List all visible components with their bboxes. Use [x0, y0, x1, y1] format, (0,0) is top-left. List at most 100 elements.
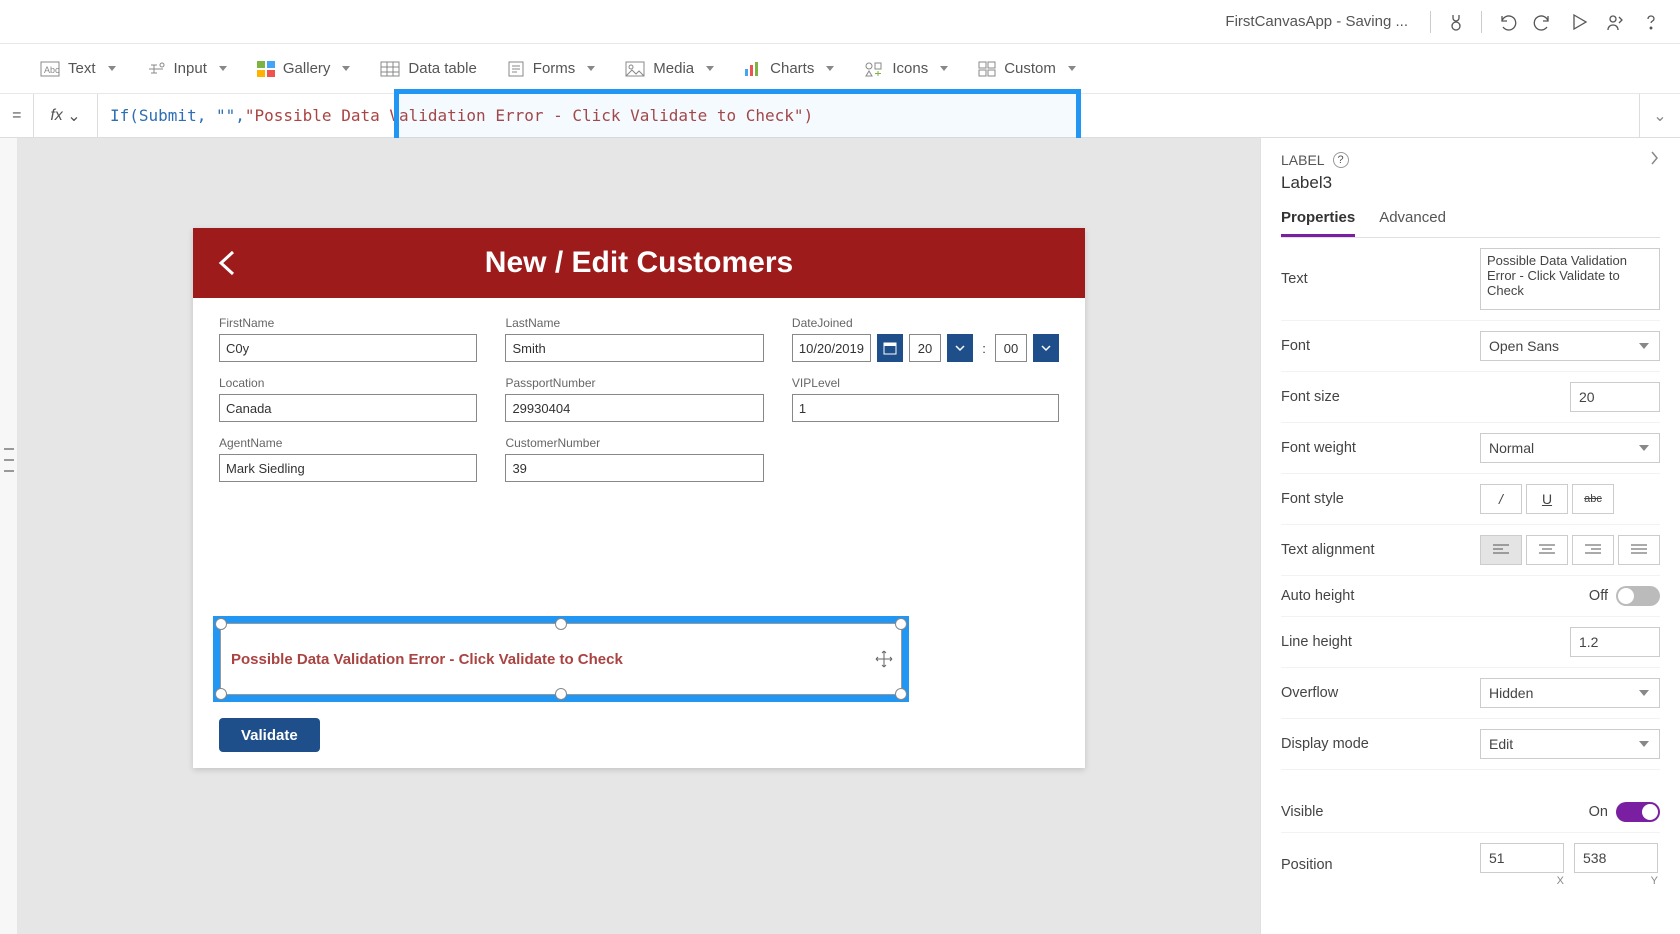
property-selector[interactable]: = — [0, 94, 34, 137]
control-name: Label3 — [1281, 173, 1660, 193]
displaymode-select[interactable]: Edit — [1480, 729, 1660, 759]
prop-displaymode: Display mode Edit — [1281, 719, 1660, 770]
prop-lineheight: Line height 1.2 — [1281, 617, 1660, 668]
move-icon[interactable] — [875, 650, 893, 668]
field-location: Location Canada — [219, 376, 477, 422]
prop-text: Text Possible Data Validation Error - Cl… — [1281, 238, 1660, 321]
divider — [1430, 11, 1431, 33]
undo-icon[interactable] — [1496, 11, 1518, 33]
formula-input[interactable]: If(Submit, "", "Possible Data Validation… — [98, 94, 1640, 137]
minute-select[interactable]: 00 — [995, 334, 1027, 362]
field-lastname: LastName Smith — [505, 316, 763, 362]
resize-handle[interactable] — [895, 688, 907, 700]
prop-align: Text alignment — [1281, 525, 1660, 576]
input-menu[interactable]: Input — [146, 60, 227, 77]
resize-handle[interactable] — [895, 618, 907, 630]
align-justify-button[interactable] — [1618, 535, 1660, 565]
validate-button[interactable]: Validate — [219, 718, 320, 752]
prop-autoheight: Auto height Off — [1281, 576, 1660, 617]
custom-menu[interactable]: Custom — [978, 60, 1076, 77]
control-type-label: LABEL — [1281, 152, 1325, 168]
prop-fontweight: Font weight Normal — [1281, 423, 1660, 474]
lineheight-input[interactable]: 1.2 — [1570, 627, 1660, 657]
field-passport: PassportNumber 29930404 — [505, 376, 763, 422]
prop-overflow: Overflow Hidden — [1281, 668, 1660, 719]
properties-panel: LABEL ? Label3 Properties Advanced Text … — [1260, 138, 1680, 934]
align-right-button[interactable] — [1572, 535, 1614, 565]
fx-button[interactable]: fx ⌄ — [34, 94, 98, 137]
position-x-input[interactable]: 51 — [1480, 843, 1564, 873]
help-icon[interactable]: ? — [1333, 152, 1349, 168]
field-firstname: FirstName C0y — [219, 316, 477, 362]
resize-handle[interactable] — [215, 688, 227, 700]
hour-dropdown-icon[interactable] — [947, 334, 973, 362]
media-menu[interactable]: Media — [625, 60, 714, 77]
position-y-input[interactable]: 538 — [1574, 843, 1658, 873]
lastname-input[interactable]: Smith — [505, 334, 763, 362]
validation-label[interactable]: Possible Data Validation Error - Click V… — [231, 651, 623, 668]
font-select[interactable]: Open Sans — [1480, 331, 1660, 361]
formula-expand[interactable]: ⌄ — [1640, 94, 1680, 137]
date-input[interactable]: 10/20/2019 — [792, 334, 871, 362]
prop-fontstyle: Font style / U abc — [1281, 474, 1660, 525]
expand-icon[interactable] — [1648, 150, 1660, 169]
gallery-menu[interactable]: Gallery — [257, 60, 351, 77]
hour-select[interactable]: 20 — [909, 334, 941, 362]
autoheight-toggle[interactable] — [1616, 586, 1660, 606]
firstname-input[interactable]: C0y — [219, 334, 477, 362]
fontweight-select[interactable]: Normal — [1480, 433, 1660, 463]
field-datejoined: DateJoined 10/20/2019 20 : 00 — [792, 316, 1059, 362]
prop-font: Font Open Sans — [1281, 321, 1660, 372]
field-agent: AgentName Mark Siedling — [219, 436, 477, 482]
align-left-button[interactable] — [1480, 535, 1522, 565]
time-separator: : — [979, 334, 989, 362]
svg-text:Abc: Abc — [44, 65, 60, 75]
forms-menu[interactable]: Forms — [507, 60, 596, 78]
play-icon[interactable] — [1568, 11, 1590, 33]
tab-advanced[interactable]: Advanced — [1379, 209, 1446, 237]
custnum-input[interactable]: 39 — [505, 454, 763, 482]
overflow-select[interactable]: Hidden — [1480, 678, 1660, 708]
underline-button[interactable]: U — [1526, 484, 1568, 514]
formula-bar: = fx ⌄ If(Submit, "", "Possible Data Val… — [0, 94, 1680, 138]
vip-input[interactable]: 1 — [792, 394, 1059, 422]
location-input[interactable]: Canada — [219, 394, 477, 422]
left-pane-collapsed[interactable] — [0, 138, 18, 934]
strike-button[interactable]: abc — [1572, 484, 1614, 514]
prop-visible: Visible On — [1281, 792, 1660, 833]
app-canvas[interactable]: New / Edit Customers FirstName C0y LastN… — [193, 228, 1085, 768]
pane-handle-icon — [4, 448, 14, 472]
resize-handle[interactable] — [215, 618, 227, 630]
divider — [1481, 11, 1482, 33]
text-input[interactable]: Possible Data Validation Error - Click V… — [1480, 248, 1660, 310]
redo-icon[interactable] — [1532, 11, 1554, 33]
resize-handle[interactable] — [555, 688, 567, 700]
fontsize-input[interactable]: 20 — [1570, 382, 1660, 412]
visible-toggle[interactable] — [1616, 802, 1660, 822]
help-icon[interactable] — [1640, 11, 1662, 33]
calendar-icon[interactable] — [877, 334, 903, 362]
share-icon[interactable] — [1604, 11, 1626, 33]
selected-label-outline[interactable]: Possible Data Validation Error - Click V… — [213, 616, 909, 702]
text-menu[interactable]: AbcText — [40, 60, 116, 77]
charts-menu[interactable]: Charts — [744, 60, 834, 77]
minute-dropdown-icon[interactable] — [1033, 334, 1059, 362]
italic-button[interactable]: / — [1480, 484, 1522, 514]
screen-header: New / Edit Customers — [193, 228, 1085, 298]
app-checker-icon[interactable] — [1445, 11, 1467, 33]
datatable-menu[interactable]: Data table — [380, 60, 476, 77]
align-center-button[interactable] — [1526, 535, 1568, 565]
canvas-area[interactable]: New / Edit Customers FirstName C0y LastN… — [18, 138, 1260, 934]
agent-input[interactable]: Mark Siedling — [219, 454, 477, 482]
main-area: New / Edit Customers FirstName C0y LastN… — [0, 138, 1680, 934]
icons-menu[interactable]: Icons — [864, 60, 948, 77]
insert-ribbon: AbcText Input Gallery Data table Forms M… — [0, 44, 1680, 94]
passport-input[interactable]: 29930404 — [505, 394, 763, 422]
screen-title: New / Edit Customers — [213, 246, 1065, 280]
title-bar: FirstCanvasApp - Saving ... — [0, 0, 1680, 44]
field-vip: VIPLevel 1 — [792, 376, 1059, 422]
tab-properties[interactable]: Properties — [1281, 209, 1355, 237]
prop-position: Position 51X 538Y — [1281, 833, 1660, 897]
resize-handle[interactable] — [555, 618, 567, 630]
prop-fontsize: Font size 20 — [1281, 372, 1660, 423]
